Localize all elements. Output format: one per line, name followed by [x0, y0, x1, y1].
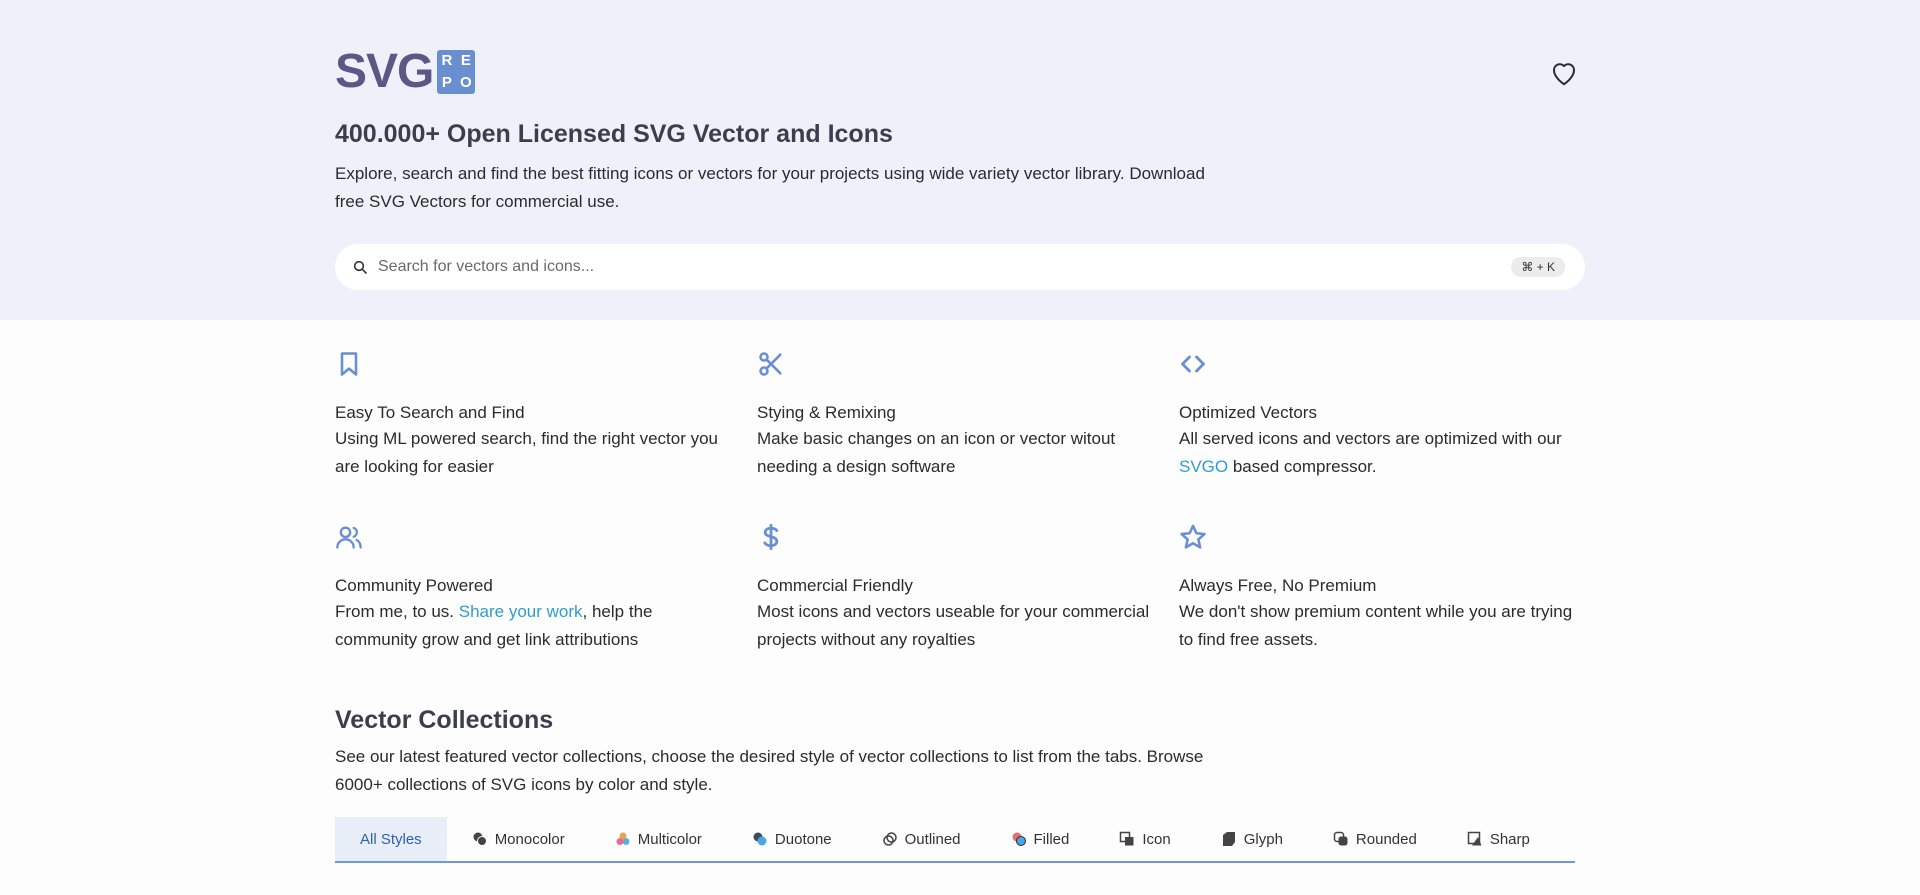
feature-desc: Most icons and vectors useable for your … [757, 602, 1150, 649]
tab-all-styles[interactable]: All Styles [335, 817, 447, 861]
tab-icon[interactable]: Icon [1094, 817, 1195, 861]
feature-desc: Using ML powered search, find the right … [335, 429, 719, 476]
feature-item: Stying & Remixing Make basic changes on … [757, 350, 1179, 481]
feature-desc-text: From me, to us. [335, 602, 459, 621]
duotone-icon [753, 832, 767, 846]
tab-label: Monocolor [494, 830, 565, 848]
heart-icon[interactable] [1548, 58, 1580, 88]
feature-item: Community Powered From me, to us. Share … [335, 523, 757, 654]
feature-desc-text: based compressor. [1228, 457, 1377, 476]
outlined-icon [882, 832, 897, 846]
feature-item: Commercial Friendly Most icons and vecto… [757, 523, 1179, 654]
feature-item: Optimized Vectors All served icons and v… [1179, 350, 1595, 481]
monocolor-icon [473, 832, 487, 846]
tab-filled[interactable]: Filled [986, 817, 1095, 861]
bookmark-icon [340, 352, 358, 376]
collections-title: Vector Collections [335, 706, 554, 734]
feature-desc: From me, to us. Share your work, help th… [335, 598, 735, 654]
logo-text: SVG [335, 45, 434, 98]
logo-letter: P [441, 74, 452, 91]
filled-icon [1012, 832, 1026, 846]
tab-label: Outlined [904, 830, 961, 848]
glyph-icon [1222, 832, 1235, 846]
icon-style-icon [1120, 831, 1134, 846]
feature-item: Always Free, No Premium We don't show pr… [1179, 523, 1595, 654]
tab-sharp[interactable]: Sharp [1442, 817, 1555, 861]
logo[interactable]: SVG R E P O [335, 45, 476, 98]
tab-rounded[interactable]: Rounded [1308, 817, 1442, 861]
feature-title: Stying & Remixing [757, 403, 896, 422]
tab-label: Rounded [1355, 830, 1417, 848]
feature-item: Easy To Search and Find Using ML powered… [335, 350, 757, 481]
feature-title: Community Powered [335, 576, 493, 595]
users-icon [336, 526, 362, 549]
logo-letter: O [460, 74, 472, 91]
tab-label: Sharp [1489, 830, 1530, 848]
rounded-icon [1333, 831, 1348, 846]
features-grid: Easy To Search and Find Using ML powered… [335, 350, 1595, 654]
tab-glyph[interactable]: Glyph [1196, 817, 1308, 861]
feature-desc: We don't show premium content while you … [1179, 602, 1573, 649]
code-icon [1181, 355, 1205, 373]
search-input[interactable] [378, 258, 1512, 276]
style-tabs: All Styles Monocolor Multicolor Duotone … [335, 817, 1575, 863]
tab-label: Icon [1142, 830, 1171, 848]
collections-description: See our latest featured vector collectio… [335, 747, 1204, 794]
feature-desc-text: All served icons and vectors are optimiz… [1179, 429, 1562, 448]
tab-label: All Styles [360, 830, 422, 848]
feature-desc: Make basic changes on an icon or vector … [757, 429, 1116, 476]
logo-letter: R [441, 52, 453, 69]
tab-multicolor[interactable]: Multicolor [590, 817, 727, 861]
search-bar[interactable]: ⌘ + K [335, 244, 1585, 290]
tab-label: Duotone [774, 830, 832, 848]
svgo-link[interactable]: SVGO [1179, 457, 1228, 476]
feature-desc: All served icons and vectors are optimiz… [1179, 425, 1579, 481]
star-icon [1180, 524, 1206, 549]
hero-section: SVG R E P O 400.000+ Open Licensed SVG V… [0, 0, 1920, 320]
dollar-icon [763, 523, 779, 551]
tab-label: Filled [1033, 830, 1070, 848]
tab-duotone[interactable]: Duotone [727, 817, 857, 861]
page-title: 400.000+ Open Licensed SVG Vector and Ic… [335, 120, 893, 148]
feature-title: Optimized Vectors [1179, 403, 1317, 422]
scissors-icon [759, 352, 782, 376]
share-work-link[interactable]: Share your work [459, 602, 583, 621]
hero-description: Explore, search and find the best fittin… [335, 164, 1205, 211]
search-icon [353, 260, 367, 274]
feature-title: Always Free, No Premium [1179, 576, 1377, 595]
tab-outlined[interactable]: Outlined [857, 817, 986, 861]
multicolor-icon [616, 832, 630, 845]
sharp-icon [1467, 831, 1482, 846]
tab-label: Multicolor [637, 830, 702, 848]
tab-monocolor[interactable]: Monocolor [447, 817, 590, 861]
logo-box: R E P O [437, 50, 476, 94]
feature-title: Commercial Friendly [757, 576, 913, 595]
feature-title: Easy To Search and Find [335, 403, 525, 422]
logo-letter: E [460, 52, 471, 69]
tab-label: Glyph [1243, 830, 1283, 848]
shortcut-badge: ⌘ + K [1511, 257, 1565, 277]
